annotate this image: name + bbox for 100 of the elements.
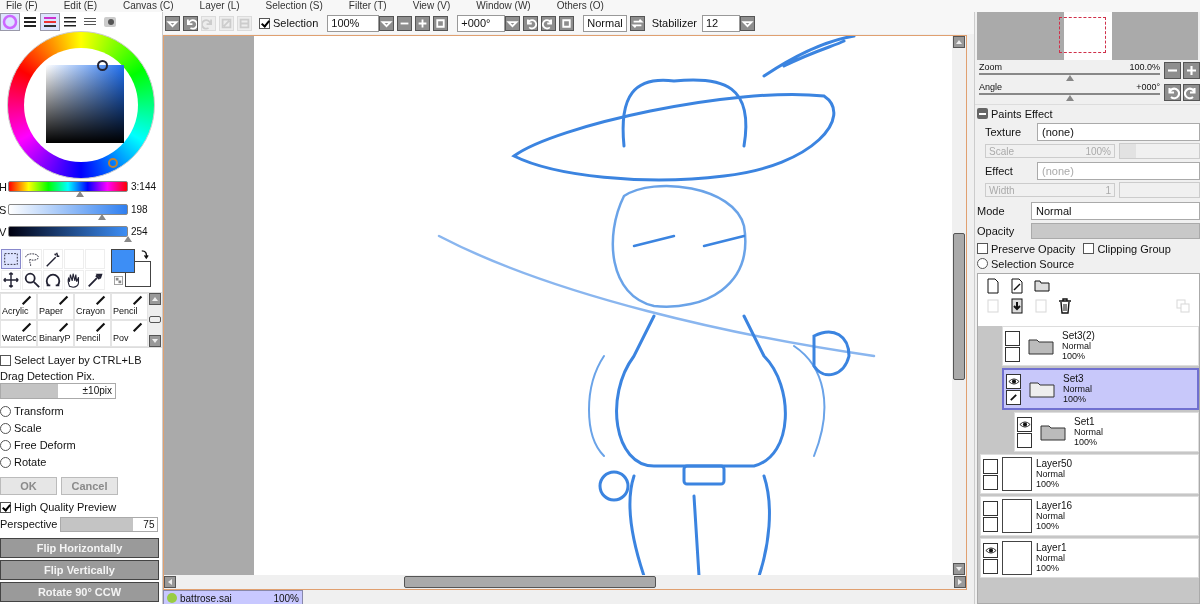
zoom-in-icon[interactable] [415,15,431,31]
radio-option[interactable]: Free Deform [0,437,162,454]
color-swatches[interactable] [111,248,151,287]
brush-slot[interactable]: Crayon [74,292,111,320]
rotate-right-icon[interactable] [1183,84,1200,101]
zoom-dropdown[interactable]: 100% [327,14,380,32]
document-tab[interactable]: battrose.sai 100% [163,590,303,604]
lock-toggle[interactable] [983,558,998,574]
zoom-in-icon[interactable] [1183,62,1200,79]
brush-slot[interactable]: Pov [111,319,148,347]
checkbox[interactable]: Clipping Group [1083,240,1171,257]
radio-option[interactable]: Selection Source [975,256,1200,271]
stabilizer-dropdown[interactable]: 12 [701,14,740,32]
rotate-left-icon[interactable] [523,15,539,31]
lock-toggle[interactable] [1006,389,1021,405]
drag-detection-slider[interactable]: ±10pix [0,383,116,399]
blend-mode-dropdown[interactable]: Normal [1031,201,1200,220]
slider-thumb[interactable] [1065,75,1074,81]
visibility-toggle[interactable] [1006,373,1021,389]
scroll-up-icon[interactable] [149,292,161,305]
scroll-up-icon[interactable] [953,36,965,48]
slider-thumb[interactable] [1065,95,1074,101]
width-strength-slider[interactable] [1119,182,1200,198]
brush-slot[interactable]: Paper [37,292,74,320]
brush-slot[interactable]: Pencil [111,292,148,320]
flip-view-icon[interactable] [629,15,645,31]
texture-dropdown[interactable]: (none) [1037,122,1200,141]
slider-thumb[interactable] [76,191,84,198]
checkbox[interactable]: High Quality Preview [0,499,162,516]
scroll-down-icon[interactable] [149,335,161,347]
new-linework-layer-icon[interactable] [1010,278,1024,294]
menu-item[interactable]: File (F) [6,0,38,12]
layer-item[interactable]: Set3(2) Normal 100% [1002,326,1199,366]
horizontal-scrollbar[interactable] [164,575,966,589]
scale-strength-slider[interactable] [1119,143,1200,159]
angle-slider[interactable] [979,92,1160,101]
layer-item[interactable]: Layer50 Normal 100% [980,454,1199,494]
rotate-left-icon[interactable] [1164,84,1181,101]
scroll-down-icon[interactable] [953,563,965,575]
radio-option[interactable]: Scale [0,420,162,437]
perspective-slider[interactable]: 75 [60,517,159,532]
undo-icon[interactable] [183,15,198,31]
brush-slot[interactable]: Pencil [74,319,111,347]
scroll-left-icon[interactable] [164,576,176,588]
collapse-icon[interactable] [977,108,988,119]
tool-button[interactable] [1,248,21,269]
radio-option[interactable]: Transform [0,403,162,420]
layer-item[interactable]: Set1 Normal 100% [1014,412,1199,452]
scrollbar[interactable] [148,292,162,347]
color-slider[interactable] [8,203,128,220]
opacity-slider[interactable] [1031,222,1200,239]
scrollbar-thumb[interactable] [404,576,656,588]
reset-zoom-icon[interactable] [433,15,449,31]
layer-item[interactable]: Layer16 Normal 100% [980,496,1199,536]
checkbox[interactable]: Select Layer by CTRL+LB [0,352,162,369]
lock-toggle[interactable] [1017,432,1032,448]
visibility-toggle[interactable] [1017,416,1032,432]
checkbox[interactable]: Preserve Opacity [977,240,1076,257]
layer-item[interactable]: Layer1 Normal 100% [980,538,1199,578]
brush-slot[interactable]: BinaryP [37,319,74,347]
scrollbar-thumb[interactable] [149,316,161,324]
blend-mode-button[interactable]: Normal [583,14,627,32]
hsv-sliders-tab-icon[interactable] [41,13,59,30]
layer-item[interactable]: Set3 Normal 100% [1002,368,1199,410]
color-slider[interactable] [8,181,128,198]
lock-toggle[interactable] [1005,346,1020,362]
menu-item[interactable]: Filter (T) [348,0,387,12]
rotate-right-icon[interactable] [541,15,557,31]
menu-item[interactable]: Edit (E) [63,0,97,12]
new-folder-icon[interactable] [1034,278,1050,292]
vertical-scrollbar[interactable] [952,36,966,575]
merge-down-icon[interactable] [1010,298,1024,314]
brush-slot[interactable]: Acrylic [0,292,37,320]
slider-thumb[interactable] [124,236,132,243]
menu-item[interactable]: Selection (S) [265,0,323,12]
zoom-out-icon[interactable] [397,15,413,31]
visibility-toggle[interactable] [983,458,998,474]
color-picker-ring[interactable] [97,60,108,72]
visibility-toggle[interactable] [983,500,998,516]
reset-rotation-icon[interactable] [559,15,575,31]
scroll-right-icon[interactable] [954,576,966,588]
slider-thumb[interactable] [97,213,106,220]
transparent-color-icon[interactable] [114,275,123,285]
brush-slot[interactable]: WaterCc [0,319,37,347]
lock-toggle[interactable] [983,474,998,490]
menu-item[interactable]: Window (W) [476,0,531,12]
radio-option[interactable]: Rotate [0,454,162,471]
zoom-slider[interactable] [979,72,1160,81]
scrollbar-thumb[interactable] [953,233,965,380]
menu-item[interactable]: Layer (L) [199,0,240,12]
color-wheel-tab-icon[interactable] [1,13,19,30]
checkbox[interactable]: Selection [259,14,319,32]
visibility-toggle[interactable] [983,542,998,558]
angle-dropdown[interactable]: +000° [457,14,506,32]
zoom-out-icon[interactable] [1164,62,1181,79]
trash-icon[interactable] [1058,298,1072,314]
new-layer-icon[interactable] [986,278,1000,294]
swap-arrow-icon[interactable] [140,248,149,260]
menu-item[interactable]: Others (O) [556,0,604,12]
saturation-value-square[interactable] [46,65,124,144]
